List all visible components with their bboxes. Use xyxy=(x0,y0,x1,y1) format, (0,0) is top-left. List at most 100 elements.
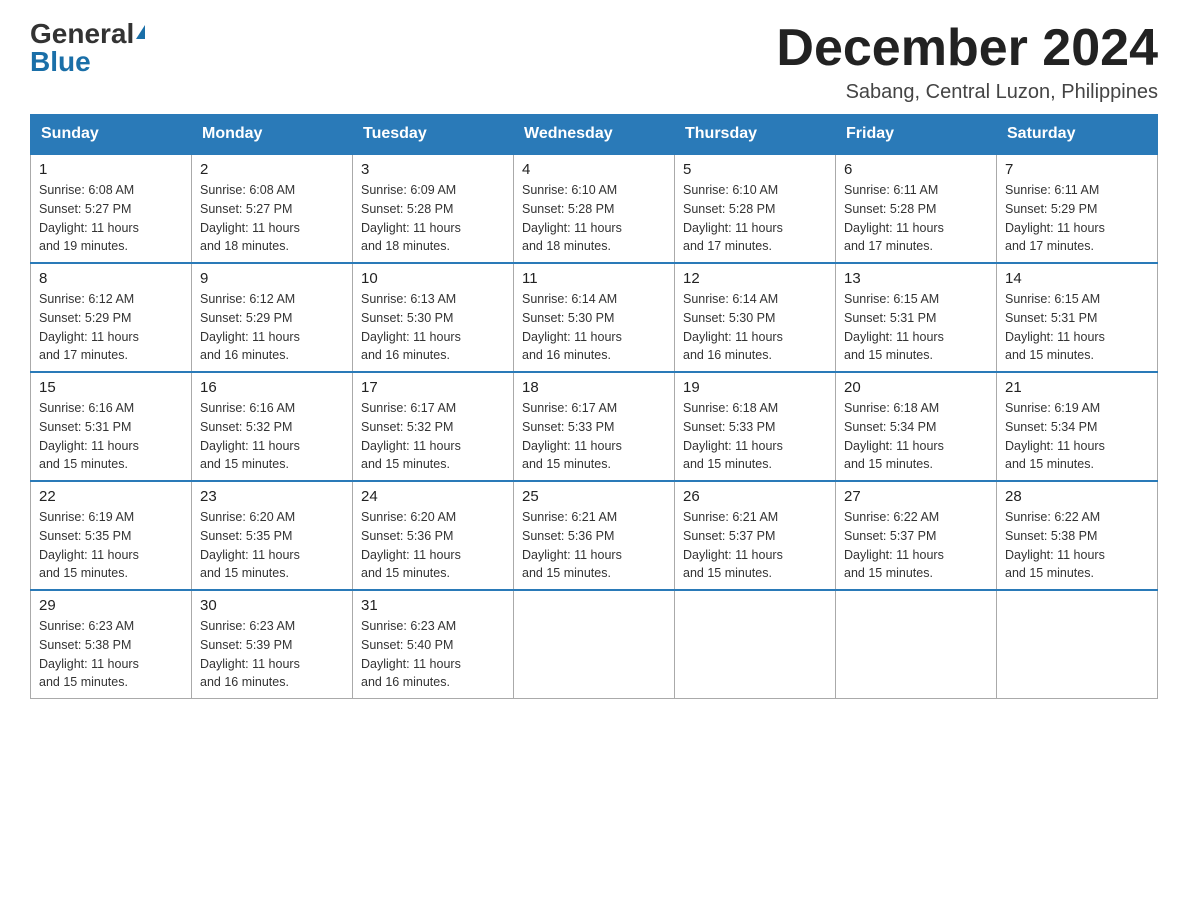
day-of-week-header: Thursday xyxy=(675,115,836,155)
day-number: 17 xyxy=(361,379,505,396)
day-number: 3 xyxy=(361,161,505,178)
day-info: Sunrise: 6:15 AMSunset: 5:31 PMDaylight:… xyxy=(844,290,988,365)
day-info: Sunrise: 6:10 AMSunset: 5:28 PMDaylight:… xyxy=(683,181,827,256)
day-number: 15 xyxy=(39,379,183,396)
calendar-day-cell: 14 Sunrise: 6:15 AMSunset: 5:31 PMDayligh… xyxy=(997,263,1158,372)
day-info: Sunrise: 6:11 AMSunset: 5:28 PMDaylight:… xyxy=(844,181,988,256)
calendar-table: SundayMondayTuesdayWednesdayThursdayFrid… xyxy=(30,114,1158,699)
day-number: 31 xyxy=(361,597,505,614)
calendar-day-cell: 10 Sunrise: 6:13 AMSunset: 5:30 PMDayligh… xyxy=(353,263,514,372)
calendar-day-cell: 1Sunrise: 6:08 AMSunset: 5:27 PMDaylight… xyxy=(31,154,192,263)
day-number: 10 xyxy=(361,270,505,287)
day-number: 19 xyxy=(683,379,827,396)
day-number: 14 xyxy=(1005,270,1149,287)
calendar-day-cell: 29 Sunrise: 6:23 AMSunset: 5:38 PMDayligh… xyxy=(31,590,192,699)
day-info: Sunrise: 6:16 AMSunset: 5:32 PMDaylight:… xyxy=(200,399,344,474)
logo: General Blue xyxy=(30,20,145,76)
page-header: General Blue December 2024 Sabang, Centr… xyxy=(30,20,1158,104)
day-number: 25 xyxy=(522,488,666,505)
day-number: 20 xyxy=(844,379,988,396)
day-info: Sunrise: 6:12 AMSunset: 5:29 PMDaylight:… xyxy=(200,290,344,365)
day-number: 4 xyxy=(522,161,666,178)
day-info: Sunrise: 6:20 AMSunset: 5:35 PMDaylight:… xyxy=(200,508,344,583)
calendar-day-cell: 6Sunrise: 6:11 AMSunset: 5:28 PMDaylight… xyxy=(836,154,997,263)
logo-blue-text: Blue xyxy=(30,48,91,76)
day-number: 2 xyxy=(200,161,344,178)
calendar-week-row: 22Sunrise: 6:19 AMSunset: 5:35 PMDayligh… xyxy=(31,481,1158,590)
calendar-day-cell: 18Sunrise: 6:17 AMSunset: 5:33 PMDayligh… xyxy=(514,372,675,481)
day-number: 21 xyxy=(1005,379,1149,396)
day-info: Sunrise: 6:19 AMSunset: 5:35 PMDaylight:… xyxy=(39,508,183,583)
day-info: Sunrise: 6:10 AMSunset: 5:28 PMDaylight:… xyxy=(522,181,666,256)
calendar-day-cell: 22Sunrise: 6:19 AMSunset: 5:35 PMDayligh… xyxy=(31,481,192,590)
day-number: 28 xyxy=(1005,488,1149,505)
calendar-day-cell: 9Sunrise: 6:12 AMSunset: 5:29 PMDaylight… xyxy=(192,263,353,372)
day-info: Sunrise: 6:09 AMSunset: 5:28 PMDaylight:… xyxy=(361,181,505,256)
calendar-day-cell: 31 Sunrise: 6:23 AMSunset: 5:40 PMDayligh… xyxy=(353,590,514,699)
calendar-day-cell: 8 Sunrise: 6:12 AMSunset: 5:29 PMDaylight… xyxy=(31,263,192,372)
calendar-day-cell xyxy=(675,590,836,699)
calendar-day-cell: 5 Sunrise: 6:10 AMSunset: 5:28 PMDaylight… xyxy=(675,154,836,263)
month-title: December 2024 xyxy=(776,20,1158,77)
calendar-day-cell: 4 Sunrise: 6:10 AMSunset: 5:28 PMDaylight… xyxy=(514,154,675,263)
day-info: Sunrise: 6:23 AMSunset: 5:40 PMDaylight:… xyxy=(361,617,505,692)
day-number: 5 xyxy=(683,161,827,178)
calendar-header-row: SundayMondayTuesdayWednesdayThursdayFrid… xyxy=(31,115,1158,155)
calendar-week-row: 1 Sunrise: 6:08 AMSunset: 5:27 PMDaylight… xyxy=(31,154,1158,263)
day-info: Sunrise: 6:19 AMSunset: 5:34 PMDaylight:… xyxy=(1005,399,1149,474)
day-info: Sunrise: 6:20 AMSunset: 5:36 PMDaylight:… xyxy=(361,508,505,583)
calendar-day-cell: 3 Sunrise: 6:09 AMSunset: 5:28 PMDaylight… xyxy=(353,154,514,263)
day-info: Sunrise: 6:08 AMSunset: 5:27 PMDaylight:… xyxy=(200,181,344,256)
calendar-day-cell xyxy=(836,590,997,699)
day-number: 29 xyxy=(39,597,183,614)
calendar-day-cell: 20Sunrise: 6:18 AMSunset: 5:34 PMDayligh… xyxy=(836,372,997,481)
calendar-day-cell: 13Sunrise: 6:15 AMSunset: 5:31 PMDayligh… xyxy=(836,263,997,372)
day-number: 11 xyxy=(522,270,666,287)
day-number: 1 xyxy=(39,161,183,178)
day-info: Sunrise: 6:22 AMSunset: 5:37 PMDaylight:… xyxy=(844,508,988,583)
calendar-day-cell: 19Sunrise: 6:18 AMSunset: 5:33 PMDayligh… xyxy=(675,372,836,481)
day-number: 7 xyxy=(1005,161,1149,178)
day-info: Sunrise: 6:14 AMSunset: 5:30 PMDaylight:… xyxy=(683,290,827,365)
calendar-day-cell: 21 Sunrise: 6:19 AMSunset: 5:34 PMDayligh… xyxy=(997,372,1158,481)
day-info: Sunrise: 6:13 AMSunset: 5:30 PMDaylight:… xyxy=(361,290,505,365)
day-info: Sunrise: 6:17 AMSunset: 5:32 PMDaylight:… xyxy=(361,399,505,474)
day-number: 26 xyxy=(683,488,827,505)
day-number: 16 xyxy=(200,379,344,396)
day-of-week-header: Sunday xyxy=(31,115,192,155)
calendar-day-cell: 23Sunrise: 6:20 AMSunset: 5:35 PMDayligh… xyxy=(192,481,353,590)
calendar-day-cell: 25 Sunrise: 6:21 AMSunset: 5:36 PMDayligh… xyxy=(514,481,675,590)
day-of-week-header: Wednesday xyxy=(514,115,675,155)
calendar-day-cell: 15 Sunrise: 6:16 AMSunset: 5:31 PMDayligh… xyxy=(31,372,192,481)
calendar-day-cell: 24 Sunrise: 6:20 AMSunset: 5:36 PMDayligh… xyxy=(353,481,514,590)
logo-general-text: General xyxy=(30,20,145,48)
day-of-week-header: Saturday xyxy=(997,115,1158,155)
day-number: 18 xyxy=(522,379,666,396)
calendar-day-cell: 12Sunrise: 6:14 AMSunset: 5:30 PMDayligh… xyxy=(675,263,836,372)
calendar-day-cell: 7 Sunrise: 6:11 AMSunset: 5:29 PMDaylight… xyxy=(997,154,1158,263)
calendar-day-cell: 17 Sunrise: 6:17 AMSunset: 5:32 PMDayligh… xyxy=(353,372,514,481)
day-info: Sunrise: 6:12 AMSunset: 5:29 PMDaylight:… xyxy=(39,290,183,365)
calendar-day-cell xyxy=(514,590,675,699)
calendar-day-cell: 26Sunrise: 6:21 AMSunset: 5:37 PMDayligh… xyxy=(675,481,836,590)
day-info: Sunrise: 6:11 AMSunset: 5:29 PMDaylight:… xyxy=(1005,181,1149,256)
calendar-day-cell: 16 Sunrise: 6:16 AMSunset: 5:32 PMDayligh… xyxy=(192,372,353,481)
day-info: Sunrise: 6:23 AMSunset: 5:38 PMDaylight:… xyxy=(39,617,183,692)
day-info: Sunrise: 6:21 AMSunset: 5:36 PMDaylight:… xyxy=(522,508,666,583)
day-number: 8 xyxy=(39,270,183,287)
location-text: Sabang, Central Luzon, Philippines xyxy=(776,81,1158,104)
day-info: Sunrise: 6:14 AMSunset: 5:30 PMDaylight:… xyxy=(522,290,666,365)
day-info: Sunrise: 6:16 AMSunset: 5:31 PMDaylight:… xyxy=(39,399,183,474)
calendar-week-row: 8 Sunrise: 6:12 AMSunset: 5:29 PMDaylight… xyxy=(31,263,1158,372)
day-number: 27 xyxy=(844,488,988,505)
day-of-week-header: Tuesday xyxy=(353,115,514,155)
logo-triangle-icon xyxy=(136,25,145,39)
day-number: 24 xyxy=(361,488,505,505)
calendar-day-cell: 28Sunrise: 6:22 AMSunset: 5:38 PMDayligh… xyxy=(997,481,1158,590)
calendar-week-row: 29 Sunrise: 6:23 AMSunset: 5:38 PMDayligh… xyxy=(31,590,1158,699)
calendar-day-cell xyxy=(997,590,1158,699)
day-of-week-header: Monday xyxy=(192,115,353,155)
calendar-day-cell: 30Sunrise: 6:23 AMSunset: 5:39 PMDayligh… xyxy=(192,590,353,699)
day-of-week-header: Friday xyxy=(836,115,997,155)
day-info: Sunrise: 6:15 AMSunset: 5:31 PMDaylight:… xyxy=(1005,290,1149,365)
